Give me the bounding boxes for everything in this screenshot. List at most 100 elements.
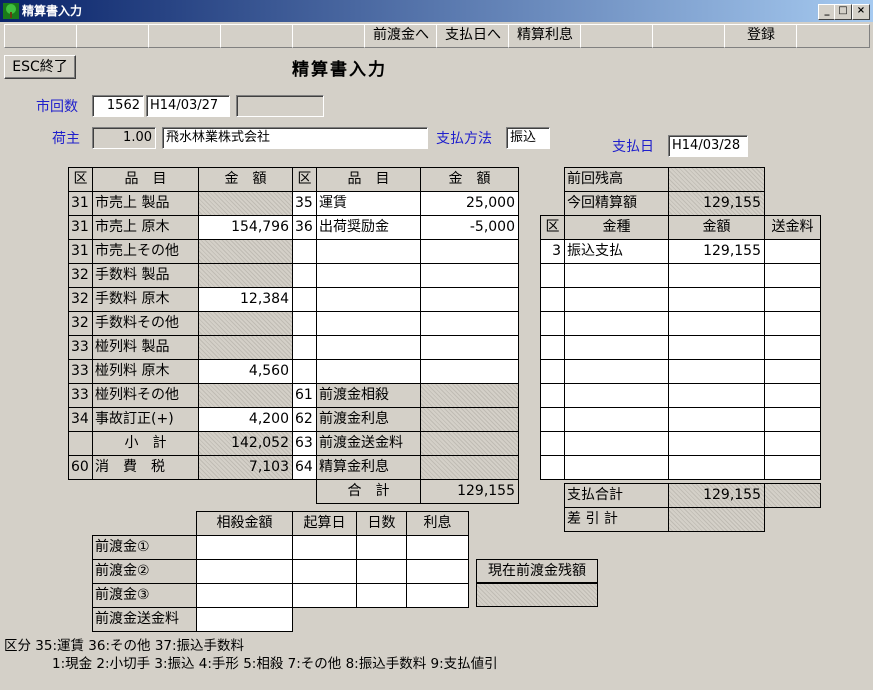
money-type-cell[interactable] (564, 287, 669, 312)
transfer-fee-cell[interactable] (764, 263, 821, 288)
right-amount-cell[interactable] (420, 239, 519, 264)
right-kubun-cell[interactable] (292, 239, 317, 264)
right-amount-cell[interactable] (420, 311, 519, 336)
left-amount-cell[interactable]: 12,384 (198, 287, 293, 312)
advance-fee-cell[interactable] (196, 607, 293, 632)
money-type-cell[interactable] (564, 263, 669, 288)
offset-amount-cell[interactable] (196, 559, 293, 584)
right-amount-cell[interactable] (420, 431, 519, 456)
payment-kubun-cell[interactable] (540, 335, 565, 360)
ninushi-code-input[interactable]: 1.00 (92, 127, 156, 149)
money-type-cell[interactable] (564, 383, 669, 408)
right-amount-cell[interactable] (420, 359, 519, 384)
close-button[interactable]: × (852, 4, 870, 20)
money-type-cell[interactable] (564, 455, 669, 480)
payment-kubun-cell[interactable] (540, 455, 565, 480)
days-cell[interactable] (356, 559, 407, 584)
right-kubun-cell[interactable]: 64 (292, 455, 317, 480)
right-item-cell[interactable]: 前渡金利息 (316, 407, 421, 432)
money-type-cell[interactable] (564, 311, 669, 336)
right-amount-cell[interactable] (420, 407, 519, 432)
right-item-cell[interactable]: 運賃 (316, 191, 421, 216)
days-cell[interactable] (356, 535, 407, 560)
payment-kubun-cell[interactable] (540, 311, 565, 336)
money-type-cell[interactable] (564, 359, 669, 384)
payment-method-field[interactable]: 振込 (506, 127, 550, 149)
transfer-fee-cell[interactable] (764, 311, 821, 336)
right-kubun-cell[interactable]: 35 (292, 191, 317, 216)
right-amount-cell[interactable] (420, 383, 519, 408)
left-amount-cell[interactable] (198, 335, 293, 360)
fkey-12[interactable] (796, 24, 870, 48)
payment-kubun-cell[interactable] (540, 407, 565, 432)
fkey-4[interactable] (220, 24, 294, 48)
right-kubun-cell[interactable] (292, 359, 317, 384)
money-type-cell[interactable] (564, 431, 669, 456)
right-amount-cell[interactable]: 25,000 (420, 191, 519, 216)
left-amount-cell[interactable] (198, 239, 293, 264)
payment-amount-cell[interactable] (668, 455, 765, 480)
right-item-cell[interactable]: 前渡金送金料 (316, 431, 421, 456)
right-kubun-cell[interactable]: 36 (292, 215, 317, 240)
fkey-1[interactable] (4, 24, 78, 48)
offset-amount-cell[interactable] (196, 583, 293, 608)
interest-cell[interactable] (406, 559, 469, 584)
payment-kubun-cell[interactable]: 3 (540, 239, 565, 264)
interest-cell[interactable] (406, 535, 469, 560)
right-item-cell[interactable] (316, 359, 421, 384)
right-kubun-cell[interactable] (292, 311, 317, 336)
left-amount-cell[interactable]: 154,796 (198, 215, 293, 240)
right-amount-cell[interactable] (420, 455, 519, 480)
settlement-interest-button[interactable]: 精算利息 (508, 24, 582, 48)
right-item-cell[interactable] (316, 263, 421, 288)
right-kubun-cell[interactable]: 63 (292, 431, 317, 456)
fkey-9[interactable] (580, 24, 654, 48)
transfer-fee-cell[interactable] (764, 335, 821, 360)
money-type-cell[interactable]: 振込支払 (564, 239, 669, 264)
right-item-cell[interactable]: 前渡金相殺 (316, 383, 421, 408)
right-kubun-cell[interactable] (292, 263, 317, 288)
left-amount-cell[interactable] (198, 263, 293, 288)
left-amount-cell[interactable] (198, 191, 293, 216)
payment-amount-cell[interactable] (668, 335, 765, 360)
right-amount-cell[interactable] (420, 335, 519, 360)
left-amount-cell[interactable]: 4,200 (198, 407, 293, 432)
transfer-fee-cell[interactable] (764, 407, 821, 432)
right-item-cell[interactable] (316, 335, 421, 360)
auction-date-field[interactable]: H14/03/27 (146, 95, 230, 117)
shikaisu-input[interactable]: 1562 (92, 95, 144, 117)
right-amount-cell[interactable] (420, 263, 519, 288)
offset-amount-cell[interactable] (196, 535, 293, 560)
money-type-cell[interactable] (564, 335, 669, 360)
left-amount-cell[interactable]: 7,103 (198, 455, 293, 480)
right-item-cell[interactable] (316, 311, 421, 336)
right-item-cell[interactable]: 精算金利息 (316, 455, 421, 480)
left-amount-cell[interactable] (198, 383, 293, 408)
fkey-10[interactable] (652, 24, 726, 48)
start-date-cell[interactable] (292, 535, 357, 560)
left-amount-cell[interactable]: 4,560 (198, 359, 293, 384)
payment-amount-cell[interactable]: 129,155 (668, 239, 765, 264)
right-kubun-cell[interactable]: 62 (292, 407, 317, 432)
start-date-cell[interactable] (292, 583, 357, 608)
payment-date-input[interactable]: H14/03/28 (668, 135, 748, 157)
right-amount-cell[interactable]: -5,000 (420, 215, 519, 240)
right-kubun-cell[interactable] (292, 335, 317, 360)
left-amount-cell[interactable] (198, 311, 293, 336)
payment-date-jump-button[interactable]: 支払日へ (436, 24, 510, 48)
payment-amount-cell[interactable] (668, 263, 765, 288)
fkey-3[interactable] (148, 24, 222, 48)
payment-amount-cell[interactable] (668, 311, 765, 336)
transfer-fee-cell[interactable] (764, 239, 821, 264)
days-cell[interactable] (356, 583, 407, 608)
payment-amount-cell[interactable] (668, 431, 765, 456)
left-amount-cell[interactable]: 142,052 (198, 431, 293, 456)
payment-kubun-cell[interactable] (540, 287, 565, 312)
interest-cell[interactable] (406, 583, 469, 608)
payment-kubun-cell[interactable] (540, 431, 565, 456)
payment-amount-cell[interactable] (668, 359, 765, 384)
payment-amount-cell[interactable] (668, 287, 765, 312)
transfer-fee-cell[interactable] (764, 359, 821, 384)
right-item-cell[interactable]: 出荷奨励金 (316, 215, 421, 240)
maximize-button[interactable]: □ (834, 4, 852, 20)
